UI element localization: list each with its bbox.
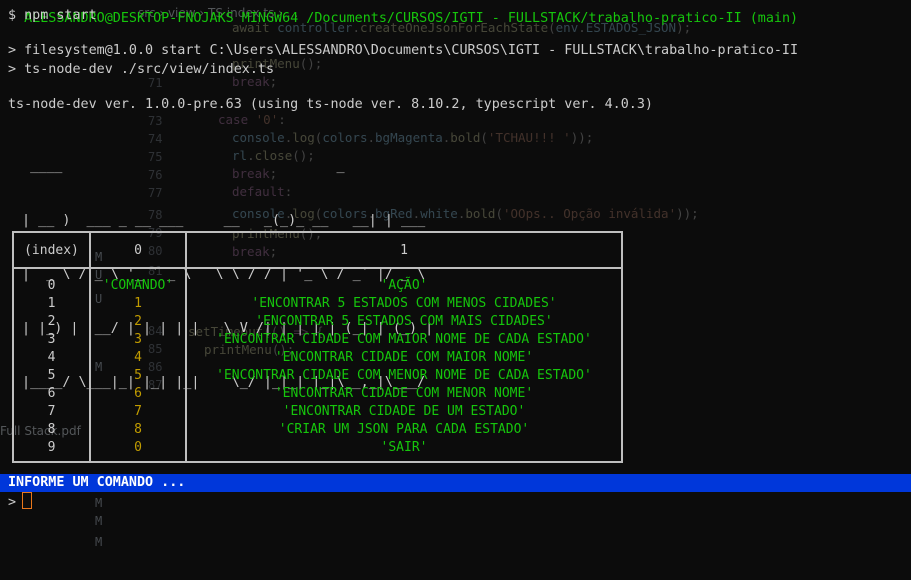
row-command: 1 <box>89 295 187 313</box>
command-prompt-banner: INFORME UM COMANDO ... <box>0 474 911 492</box>
row-command: 2 <box>89 313 187 331</box>
row-index: 4 <box>12 349 91 367</box>
row-action: 'ENCONTRAR CIDADE COM MENOR NOME' <box>185 385 623 403</box>
row-action: 'ENCONTRAR 5 ESTADOS COM MAIS CIDADES' <box>185 313 623 331</box>
table-row: 0 'COMANDO' 'AÇÃO' <box>12 268 623 295</box>
row-command: 8 <box>89 421 187 439</box>
row-action: 'AÇÃO' <box>185 268 623 295</box>
header-col-0: 0 <box>89 232 187 269</box>
input-prompt-symbol: > <box>8 495 17 510</box>
row-index: 6 <box>12 385 91 403</box>
row-action: 'ENCONTRAR CIDADE DE UM ESTADO' <box>185 403 623 421</box>
table-row: 5 5 'ENCONTRAR CIDADE COM MENOR NOME DE … <box>12 367 623 385</box>
row-index: 0 <box>12 268 91 295</box>
row-index: 5 <box>12 367 91 385</box>
command-table: (index) 0 1 0 'COMANDO' 'AÇÃO' 1 1 'ENCO… <box>12 231 623 463</box>
row-command: 7 <box>89 403 187 421</box>
row-index: 9 <box>12 439 91 462</box>
row-index: 7 <box>12 403 91 421</box>
table-row: 3 3 'ENCONTRAR CIDADE COM MAIOR NOME DE … <box>12 331 623 349</box>
shell-command: $ npm start <box>8 8 97 23</box>
row-index: 1 <box>12 295 91 313</box>
text-cursor <box>22 492 33 509</box>
row-command: 5 <box>89 367 187 385</box>
header-col-1: 1 <box>185 232 623 269</box>
table-row: 7 7 'ENCONTRAR CIDADE DE UM ESTADO' <box>12 403 623 421</box>
table-header-row: (index) 0 1 <box>12 232 623 269</box>
npm-script-command: > ts-node-dev ./src/view/index.ts <box>8 62 275 77</box>
table-row: 9 0 'SAIR' <box>12 439 623 462</box>
row-action: 'ENCONTRAR CIDADE COM MAIOR NOME DE CADA… <box>185 331 623 349</box>
row-action: 'ENCONTRAR CIDADE COM MAIOR NOME' <box>185 349 623 367</box>
table-row: 6 6 'ENCONTRAR CIDADE COM MENOR NOME' <box>12 385 623 403</box>
row-command: 0 <box>89 439 187 462</box>
row-action: 'SAIR' <box>185 439 623 462</box>
table-row: 2 2 'ENCONTRAR 5 ESTADOS COM MAIS CIDADE… <box>12 313 623 331</box>
table-row: 8 8 'CRIAR UM JSON PARA CADA ESTADO' <box>12 421 623 439</box>
ascii-art-line: | __ ) ___ _ __ ___ __ _(_)_ __ __| | __… <box>14 213 442 228</box>
row-index: 3 <box>12 331 91 349</box>
row-action: 'ENCONTRAR 5 ESTADOS COM MENOS CIDADES' <box>185 295 623 313</box>
table-row: 4 4 'ENCONTRAR CIDADE COM MAIOR NOME' <box>12 349 623 367</box>
row-command: 4 <box>89 349 187 367</box>
header-index: (index) <box>12 232 91 269</box>
banner-text: INFORME UM COMANDO ... <box>8 475 186 490</box>
row-index: 8 <box>12 421 91 439</box>
row-command: 6 <box>89 385 187 403</box>
npm-script-line: > filesystem@1.0.0 start C:\Users\ALESSA… <box>8 43 799 58</box>
row-action: 'CRIAR UM JSON PARA CADA ESTADO' <box>185 421 623 439</box>
shell-prompt-path: ALESSANDRO@DESKTOP-FNOJAKS MINGW64 /Docu… <box>8 0 798 28</box>
shell-prompt-text: ALESSANDRO@DESKTOP-FNOJAKS MINGW64 /Docu… <box>24 11 799 26</box>
row-command: 3 <box>89 331 187 349</box>
terminal-input-line[interactable]: > <box>8 492 33 512</box>
row-action: 'ENCONTRAR CIDADE COM MENOR NOME DE CADA… <box>185 367 623 385</box>
ts-node-dev-version: ts-node-dev ver. 1.0.0-pre.63 (using ts-… <box>8 97 653 112</box>
ascii-art-line: ____ _ <box>14 159 434 174</box>
table-row: 1 1 'ENCONTRAR 5 ESTADOS COM MENOS CIDAD… <box>12 295 623 313</box>
row-index: 2 <box>12 313 91 331</box>
row-command: 'COMANDO' <box>89 268 187 295</box>
